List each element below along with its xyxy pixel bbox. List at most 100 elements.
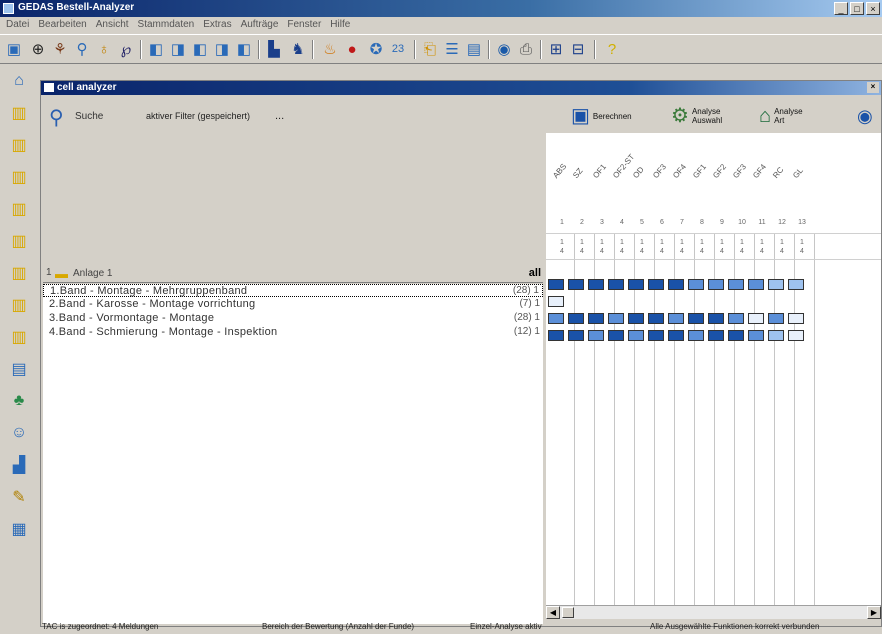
- grid-cell[interactable]: [788, 313, 804, 324]
- grid-cell[interactable]: [568, 279, 584, 290]
- chart-icon[interactable]: ▟: [8, 454, 30, 476]
- calculate-button[interactable]: ▣ Berechnen: [571, 103, 632, 129]
- search-icon[interactable]: ⚲: [49, 105, 64, 130]
- menu-item-auftraege[interactable]: Aufträge: [237, 17, 284, 33]
- grid-cell[interactable]: [708, 313, 724, 324]
- tree-count-label[interactable]: all: [529, 267, 541, 279]
- grid-cell[interactable]: [588, 313, 604, 324]
- grid-cell[interactable]: [788, 279, 804, 290]
- grid-cell[interactable]: [668, 330, 684, 341]
- grid-cell[interactable]: [548, 279, 564, 290]
- tool-icon[interactable]: ✎: [8, 486, 30, 508]
- settings-icon[interactable]: ✪: [366, 39, 386, 59]
- grid-cell[interactable]: [608, 330, 624, 341]
- grid-cell[interactable]: [708, 330, 724, 341]
- grid-cell[interactable]: [748, 330, 764, 341]
- column-header[interactable]: OF3: [651, 162, 668, 180]
- grid-cell[interactable]: [648, 330, 664, 341]
- help-icon[interactable]: ?: [602, 39, 622, 59]
- users-icon[interactable]: ☺: [8, 422, 30, 444]
- zoom-icon[interactable]: ⚲: [72, 39, 92, 59]
- network-2-icon[interactable]: ⊟: [568, 39, 588, 59]
- grid-cell[interactable]: [728, 330, 744, 341]
- report-5-icon[interactable]: ◧: [234, 39, 254, 59]
- report-2-icon[interactable]: ◨: [168, 39, 188, 59]
- grid-cell[interactable]: [708, 279, 724, 290]
- column-header[interactable]: OF1: [591, 162, 608, 180]
- child-close-button[interactable]: ×: [867, 82, 879, 93]
- network-1-icon[interactable]: ⊞: [546, 39, 566, 59]
- folder-2-icon[interactable]: ▥: [8, 134, 30, 156]
- horizontal-scrollbar[interactable]: ◀ ▶: [546, 605, 881, 619]
- report-1-icon[interactable]: ◧: [146, 39, 166, 59]
- grid-cell[interactable]: [688, 279, 704, 290]
- search-label[interactable]: Suche: [75, 111, 103, 122]
- grid-cell[interactable]: [728, 279, 744, 290]
- grid-cell[interactable]: [628, 330, 644, 341]
- grid-cell[interactable]: [748, 313, 764, 324]
- grid-cell[interactable]: [768, 313, 784, 324]
- filter-browse-button[interactable]: ...: [275, 110, 284, 122]
- grid-cell[interactable]: [588, 279, 604, 290]
- grid-cell[interactable]: [768, 330, 784, 341]
- close-button[interactable]: ×: [866, 2, 880, 15]
- folder-5-icon[interactable]: ▥: [8, 230, 30, 252]
- export-icon[interactable]: ⎗: [420, 39, 440, 59]
- folder-3-icon[interactable]: ▥: [8, 166, 30, 188]
- bar-chart-icon[interactable]: ▙: [264, 39, 284, 59]
- grid-cell[interactable]: [588, 330, 604, 341]
- scroll-thumb[interactable]: [562, 607, 574, 618]
- report-4-icon[interactable]: ◨: [212, 39, 232, 59]
- new-document-icon[interactable]: ▣: [4, 39, 24, 59]
- grid-cell[interactable]: [668, 279, 684, 290]
- list-item[interactable]: 4.Band - Schmierung - Montage - Inspekti…: [43, 326, 543, 339]
- menu-item-datei[interactable]: Datei: [2, 17, 34, 33]
- tools-icon[interactable]: ♨: [320, 39, 340, 59]
- column-header[interactable]: GL: [791, 166, 805, 180]
- printer-icon[interactable]: ⎙: [516, 39, 536, 59]
- list-icon[interactable]: ☰: [442, 39, 462, 59]
- grid-cell[interactable]: [628, 313, 644, 324]
- list-item[interactable]: 1.Band - Montage - Mehrgruppenband (28) …: [43, 284, 543, 297]
- grid-cell[interactable]: [628, 279, 644, 290]
- folder-8-icon[interactable]: ▥: [8, 326, 30, 348]
- globe-icon[interactable]: ◉: [494, 39, 514, 59]
- column-header[interactable]: GF4: [751, 162, 768, 180]
- folder-7-icon[interactable]: ▥: [8, 294, 30, 316]
- menu-item-ansicht[interactable]: Ansicht: [92, 17, 134, 33]
- scroll-right-icon[interactable]: ▶: [867, 606, 881, 619]
- report-3-icon[interactable]: ◧: [190, 39, 210, 59]
- menu-item-hilfe[interactable]: Hilfe: [326, 17, 355, 33]
- column-header[interactable]: RC: [771, 165, 785, 180]
- calendar-icon[interactable]: 23: [388, 39, 408, 59]
- column-header[interactable]: GF1: [691, 162, 708, 180]
- column-header[interactable]: OD: [631, 165, 646, 180]
- tree-icon[interactable]: ♣: [8, 390, 30, 412]
- grid-cell[interactable]: [728, 313, 744, 324]
- home-icon[interactable]: ⌂: [8, 70, 30, 92]
- grid-cell[interactable]: [668, 313, 684, 324]
- folder-4-icon[interactable]: ▥: [8, 198, 30, 220]
- grid-cell[interactable]: [768, 279, 784, 290]
- grid-cell[interactable]: [748, 279, 764, 290]
- column-header[interactable]: GF3: [731, 162, 748, 180]
- grid-cell[interactable]: [648, 279, 664, 290]
- extra-tool-icon[interactable]: ◉: [857, 106, 873, 127]
- grid-cell[interactable]: [548, 313, 564, 324]
- grid-cell[interactable]: [568, 330, 584, 341]
- tree-header-label[interactable]: Anlage 1: [73, 268, 112, 279]
- column-header[interactable]: SZ: [571, 166, 584, 180]
- folder-1-icon[interactable]: ▥: [8, 102, 30, 124]
- maximize-button[interactable]: □: [850, 2, 864, 15]
- minimize-button[interactable]: _: [834, 2, 848, 15]
- calendar-icon[interactable]: ▦: [8, 518, 30, 540]
- folder-6-icon[interactable]: ▥: [8, 262, 30, 284]
- menu-item-stammdaten[interactable]: Stammdaten: [134, 17, 200, 33]
- grid-cell[interactable]: [648, 313, 664, 324]
- analysis-type-button[interactable]: ⌂ Analyse Art: [759, 103, 803, 129]
- people-icon[interactable]: ♞: [288, 39, 308, 59]
- print-preview-icon[interactable]: ▤: [464, 39, 484, 59]
- column-header[interactable]: OF4: [671, 162, 688, 180]
- grid-cell[interactable]: [548, 330, 564, 341]
- grid-cell[interactable]: [568, 313, 584, 324]
